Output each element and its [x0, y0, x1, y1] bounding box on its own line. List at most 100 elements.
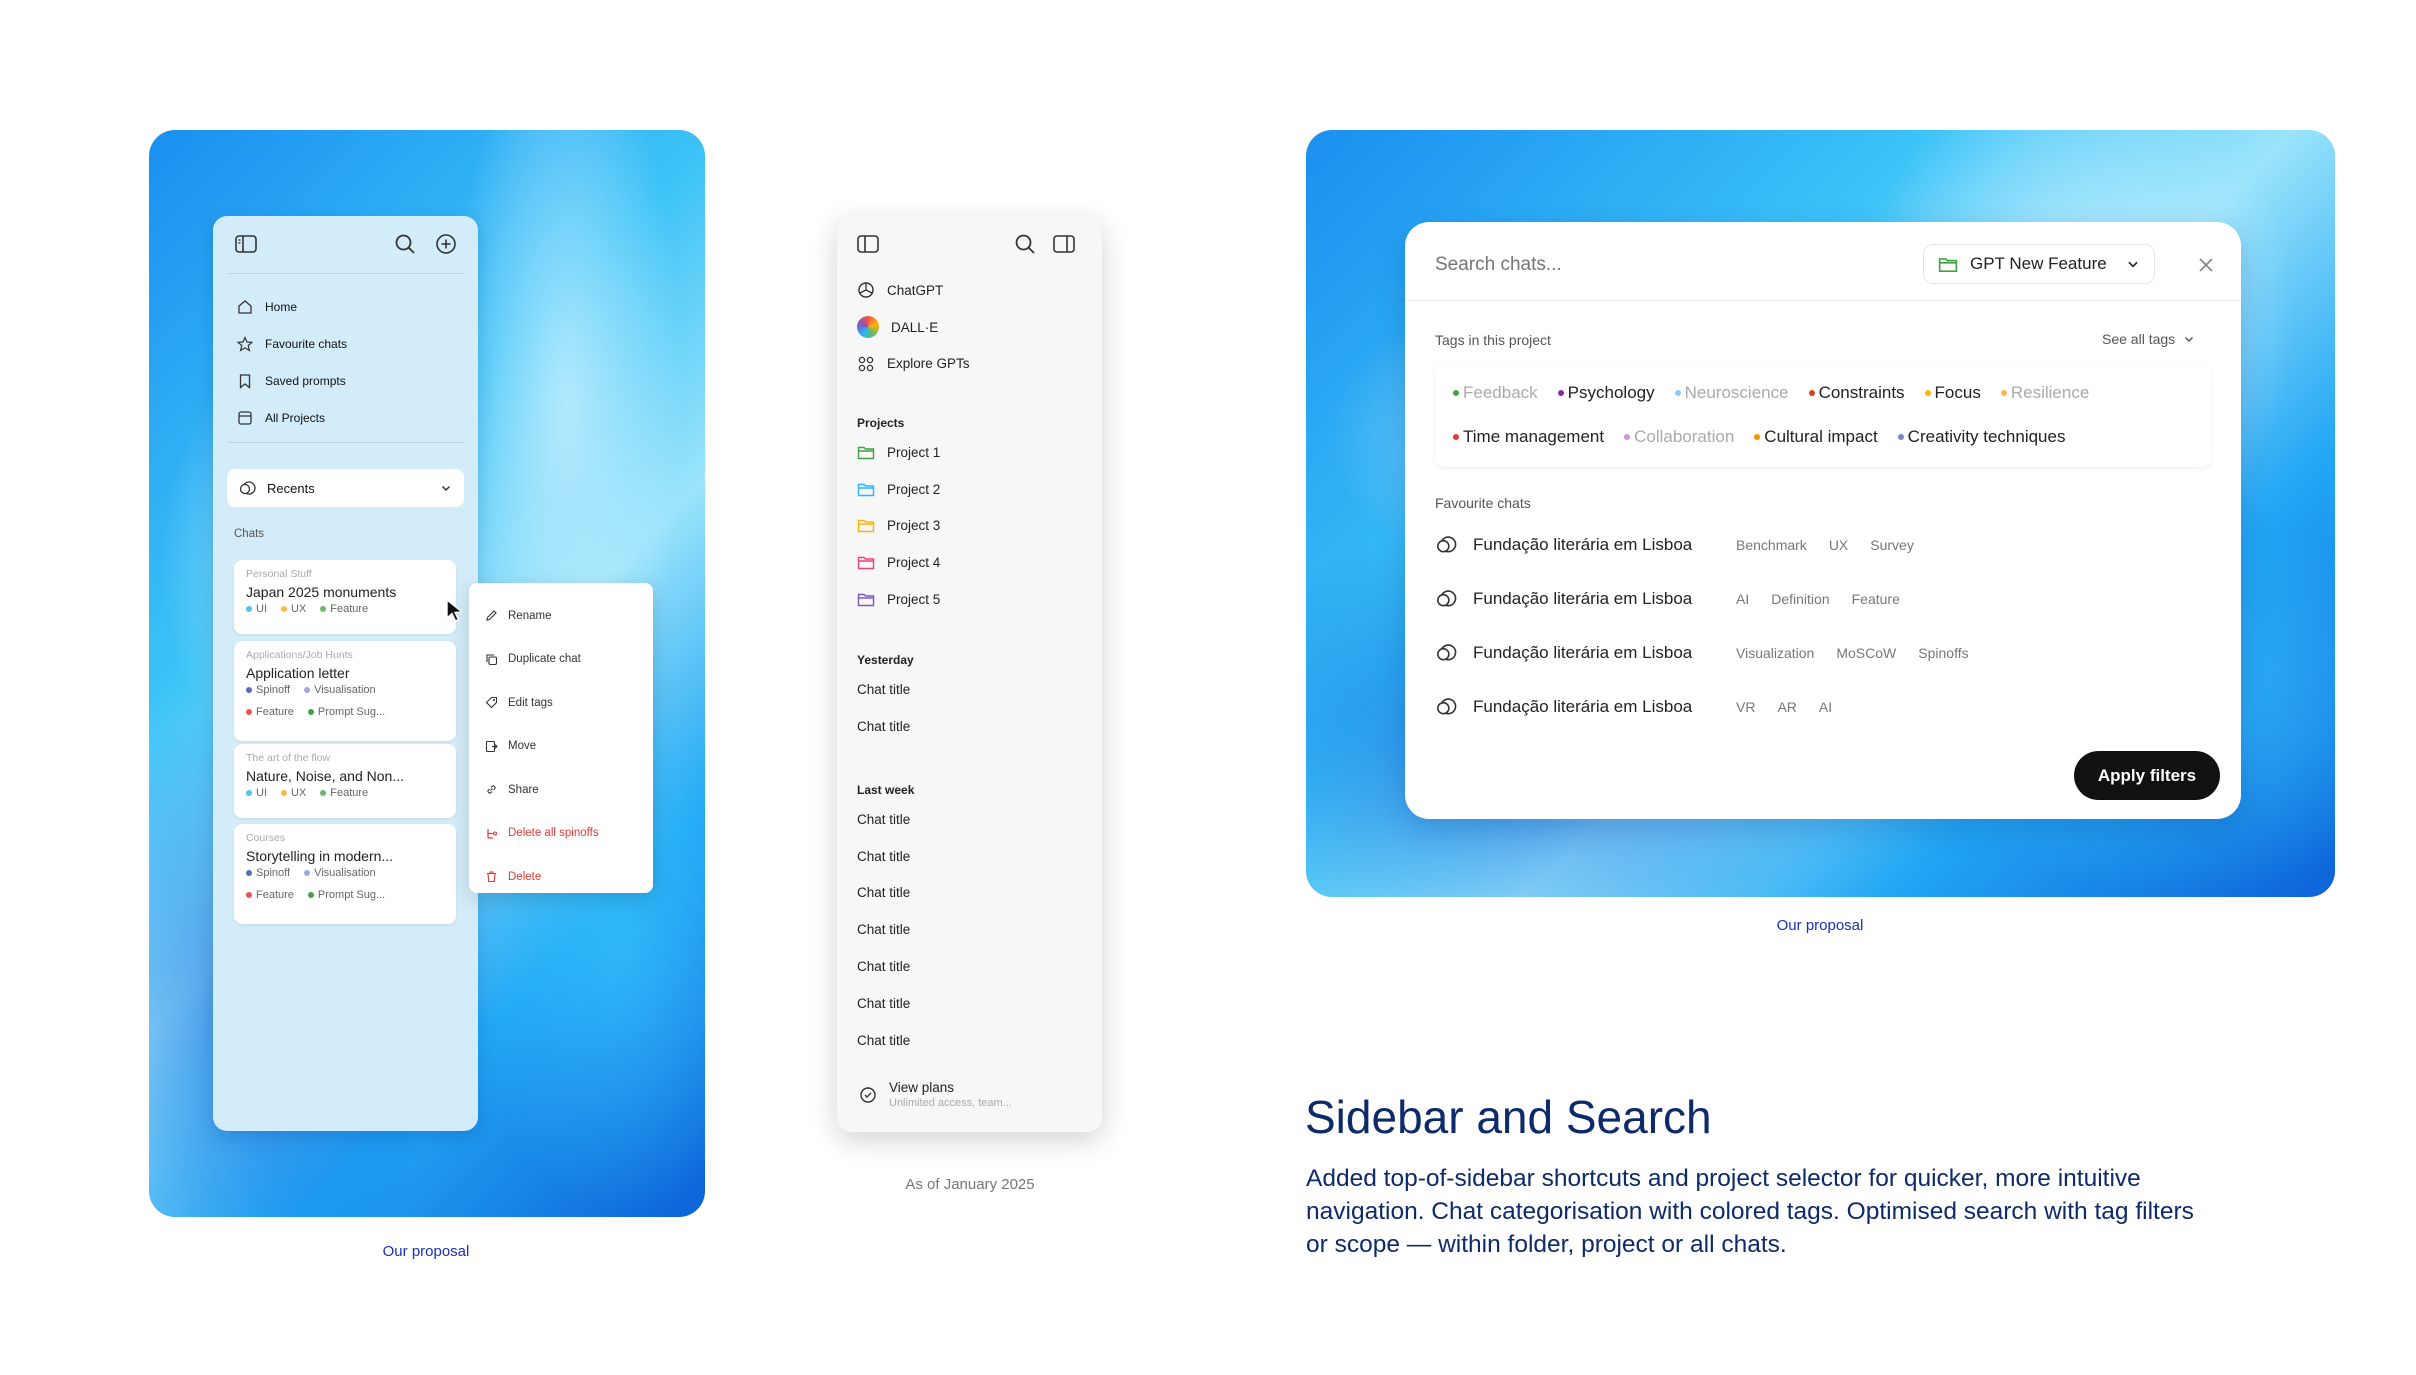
menu-move[interactable]: Move [469, 725, 653, 769]
menu-delete[interactable]: Delete [469, 855, 653, 899]
view-plans-sub: Unlimited access, team... [889, 1097, 1012, 1109]
project-item[interactable]: Project 2 [857, 471, 1082, 508]
see-all-tags[interactable]: See all tags [2102, 331, 2195, 347]
chat-title: Storytelling in modern... [246, 848, 394, 864]
menu-rename[interactable]: Rename [469, 594, 653, 638]
chat-item[interactable]: Chat title [857, 838, 1082, 875]
chat-bubbles-icon [1437, 698, 1457, 715]
close-icon[interactable] [2195, 254, 2217, 276]
tag-feedback[interactable]: Feedback [1453, 383, 1538, 403]
tag-collaboration[interactable]: Collaboration [1624, 427, 1734, 447]
fav-chat-row[interactable]: Fundação literária em Lisboa Visualizati… [1435, 626, 2215, 680]
chat-item[interactable]: Chat title [857, 985, 1082, 1022]
menu-label: Duplicate chat [508, 653, 581, 666]
fav-chat-row[interactable]: Fundação literária em Lisboa VR AR AI [1435, 680, 2215, 734]
tag-psychology[interactable]: Psychology [1557, 383, 1655, 403]
nav-favourite-chats[interactable]: Favourite chats [237, 325, 457, 362]
chat-group-label: The art of the flow [246, 752, 331, 764]
sidebar-toggle-icon[interactable] [857, 234, 879, 259]
tag-resilience[interactable]: Resilience [2000, 383, 2089, 403]
fav-chat-tag: Benchmark [1736, 537, 1807, 553]
search-icon[interactable] [1013, 232, 1037, 261]
project-item[interactable]: Project 5 [857, 581, 1082, 618]
apply-filters-button[interactable]: Apply filters [2074, 751, 2220, 800]
mouse-cursor-icon [446, 598, 464, 622]
proposed-sidebar: Home Favourite chats Saved prompts All P… [213, 216, 478, 1131]
divider [227, 442, 464, 443]
chat-item[interactable]: Chat title [857, 708, 1082, 745]
chat-item[interactable]: Chat title [857, 911, 1082, 948]
chat-card[interactable]: Personal Stuff Japan 2025 monuments UI U… [234, 560, 456, 634]
project-item[interactable]: Project 4 [857, 544, 1082, 581]
new-chat-icon[interactable] [1053, 234, 1075, 259]
view-plans-label: View plans [889, 1080, 955, 1095]
recents-dropdown[interactable]: Recents [227, 469, 464, 507]
chat-item[interactable]: Chat title [857, 1022, 1082, 1059]
sidebar-toggle-icon[interactable] [235, 234, 257, 257]
tag: UX [281, 787, 306, 799]
project-item[interactable]: Project 3 [857, 508, 1082, 545]
app-label: DALL·E [891, 319, 939, 335]
chats-section-label: Chats [234, 528, 265, 540]
menu-duplicate-chat[interactable]: Duplicate chat [469, 638, 653, 682]
menu-edit-tags[interactable]: Edit tags [469, 681, 653, 725]
chat-item[interactable]: Chat title [857, 948, 1082, 985]
chevron-down-icon [2128, 261, 2138, 268]
menu-share[interactable]: Share [469, 768, 653, 812]
folder-icon [857, 483, 875, 496]
chat-bubbles-icon [1437, 590, 1457, 607]
nav-label: All Projects [265, 410, 326, 425]
star-icon [237, 335, 253, 352]
project-item[interactable]: Project 1 [857, 434, 1082, 471]
menu-label: Edit tags [508, 696, 553, 709]
tag-creativity-techniques[interactable]: Creativity techniques [1897, 427, 2065, 447]
fav-chat-tag: AI [1818, 699, 1833, 715]
chat-item[interactable]: Chat title [857, 801, 1082, 838]
tag-focus[interactable]: Focus [1924, 383, 1981, 403]
chat-item[interactable]: Chat title [857, 875, 1082, 912]
tag-time-management[interactable]: Time management [1453, 427, 1604, 447]
search-icon[interactable] [393, 232, 417, 259]
chat-card[interactable]: Applications/Job Hunts Application lette… [234, 641, 456, 741]
tag: Visualisation [304, 684, 376, 696]
nav-all-projects[interactable]: All Projects [237, 399, 457, 436]
menu-delete-all-spinoffs[interactable]: Delete all spinoffs [469, 812, 653, 856]
new-chat-icon[interactable] [434, 232, 458, 259]
current-sidebar: ChatGPT DALL·E Explore GPTs Projects Pro… [837, 216, 1102, 1132]
tag: UI [246, 603, 267, 615]
tag: Feature [320, 787, 368, 799]
tag: Spinoff [246, 684, 290, 696]
app-explore-gpts[interactable]: Explore GPTs [857, 346, 1082, 383]
fav-chat-tag: Survey [1870, 537, 1914, 553]
scope-selector[interactable]: GPT New Feature [1923, 244, 2155, 284]
menu-label: Rename [508, 609, 552, 622]
chat-item[interactable]: Chat title [857, 671, 1082, 708]
fav-chat-row[interactable]: Fundação literária em Lisboa Benchmark U… [1435, 518, 2215, 572]
fav-chat-row[interactable]: Fundação literária em Lisboa AI Definiti… [1435, 572, 2215, 626]
fav-chat-tag: Feature [1851, 591, 1900, 607]
chat-card[interactable]: Courses Storytelling in modern... Spinof… [234, 824, 456, 924]
tag-neuroscience[interactable]: Neuroscience [1674, 383, 1789, 403]
chat-context-menu: Rename Duplicate chat Edit tags Move Sha… [469, 583, 653, 893]
tag: Prompt Sug... [307, 889, 385, 901]
tag-cultural-impact[interactable]: Cultural impact [1754, 427, 1878, 447]
fav-chat-tag: UX [1828, 537, 1849, 553]
trash-icon [487, 871, 496, 883]
app-chatgpt[interactable]: ChatGPT [857, 272, 1082, 309]
fav-chat-tag: AR [1777, 699, 1797, 715]
lastweek-list: Last week Chat title Chat title Chat tit… [857, 771, 1082, 1059]
tag-constraints[interactable]: Constraints [1808, 383, 1905, 403]
folder-icon [857, 520, 875, 533]
search-input[interactable] [1435, 248, 1875, 282]
chat-title: Application letter [246, 665, 350, 681]
nav-saved-prompts[interactable]: Saved prompts [237, 362, 457, 399]
nav-home[interactable]: Home [237, 288, 457, 325]
dalle-logo-icon [857, 316, 879, 339]
fav-chat-title: Fundação literária em Lisboa [1473, 589, 1693, 608]
chat-card[interactable]: The art of the flow Nature, Noise, and N… [234, 744, 456, 818]
view-plans[interactable]: View plans Unlimited access, team... [859, 1080, 1012, 1109]
app-dall-e[interactable]: DALL·E [857, 309, 1082, 346]
tag: Prompt Sug... [307, 706, 385, 718]
menu-label: Share [508, 783, 539, 796]
divider [227, 273, 464, 274]
